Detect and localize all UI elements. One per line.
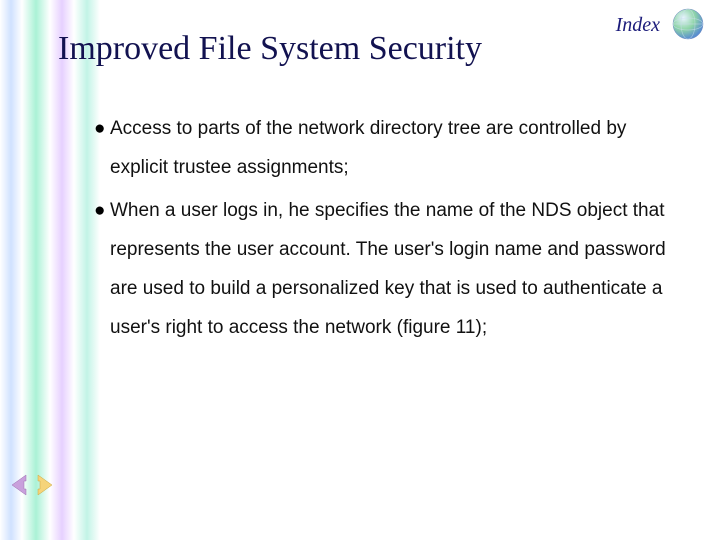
list-item: ● Access to parts of the network directo…: [110, 110, 670, 188]
list-item: ● When a user logs in, he specifies the …: [110, 192, 670, 348]
content-area: ● Access to parts of the network directo…: [110, 110, 670, 352]
stripe: [22, 0, 50, 540]
index-link[interactable]: Index: [616, 14, 660, 37]
globe-icon: [670, 6, 706, 42]
decorative-stripes: [0, 0, 100, 540]
bullet-icon: ●: [94, 110, 105, 149]
stripe: [50, 0, 74, 540]
bullet-icon: ●: [94, 192, 105, 231]
stripe: [0, 0, 22, 540]
stripe: [74, 0, 100, 540]
list-item-text: Access to parts of the network directory…: [110, 118, 626, 178]
list-item-text: When a user logs in, he specifies the na…: [110, 200, 666, 338]
nav-arrows[interactable]: [10, 470, 54, 500]
page-title: Improved File System Security: [58, 30, 482, 68]
